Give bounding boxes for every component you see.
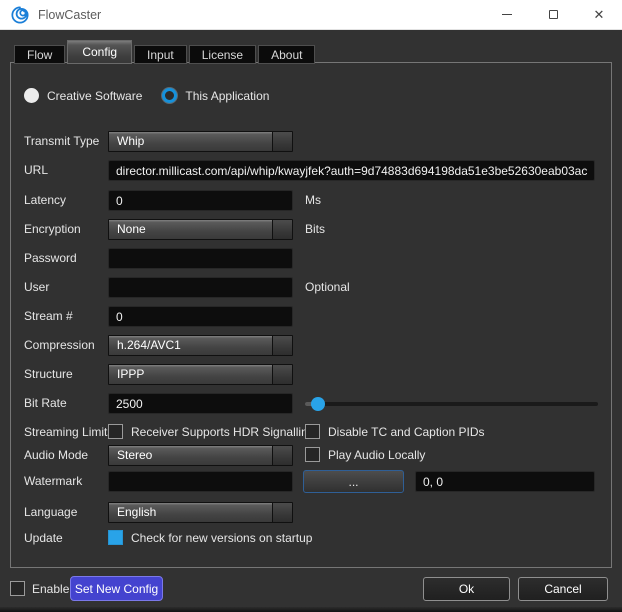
language-label: Language — [24, 505, 77, 519]
bit-rate-input[interactable] — [108, 393, 293, 414]
stream-number-input[interactable] — [108, 306, 293, 327]
encryption-value: None — [109, 220, 272, 239]
bit-rate-slider[interactable] — [305, 393, 598, 415]
tab-about[interactable]: About — [258, 45, 315, 64]
chevron-down-icon[interactable] — [272, 365, 292, 384]
play-audio-locally-checkbox[interactable] — [305, 447, 320, 462]
app-logo-icon — [10, 5, 30, 25]
close-icon: ✕ — [594, 8, 605, 21]
tab-license[interactable]: License — [189, 45, 256, 64]
chevron-down-icon[interactable] — [272, 220, 292, 239]
tab-config[interactable]: Config — [67, 40, 132, 64]
password-input[interactable] — [108, 248, 293, 269]
latency-unit-label: Ms — [305, 193, 321, 207]
encryption-label: Encryption — [24, 222, 81, 236]
slider-handle[interactable] — [311, 397, 325, 411]
slider-track[interactable] — [305, 402, 598, 406]
language-dropdown[interactable]: English — [108, 502, 293, 523]
watermark-browse-button[interactable]: ... — [303, 470, 404, 493]
disable-tc-caption-label: Disable TC and Caption PIDs — [328, 425, 485, 439]
transmit-type-label: Transmit Type — [24, 134, 99, 148]
compression-label: Compression — [24, 338, 95, 352]
url-input[interactable] — [108, 160, 595, 181]
window-title: FlowCaster — [38, 8, 101, 22]
tab-input[interactable]: Input — [134, 45, 187, 64]
play-audio-locally-label: Play Audio Locally — [328, 448, 425, 462]
transmit-type-value: Whip — [109, 132, 272, 151]
latency-input[interactable] — [108, 190, 293, 211]
structure-value: IPPP — [109, 365, 272, 384]
hdr-signalling-checkbox[interactable] — [108, 424, 123, 439]
tab-flow[interactable]: Flow — [14, 45, 65, 64]
user-label: User — [24, 280, 49, 294]
chevron-down-icon[interactable] — [272, 132, 292, 151]
ok-button[interactable]: Ok — [423, 577, 510, 601]
radio-this-application[interactable] — [162, 88, 177, 103]
stream-number-label: Stream # — [24, 309, 73, 323]
compression-value: h.264/AVC1 — [109, 336, 272, 355]
watermark-label: Watermark — [24, 474, 82, 488]
minimize-icon — [502, 14, 512, 15]
watermark-input[interactable] — [108, 471, 293, 492]
transmit-type-dropdown[interactable]: Whip — [108, 131, 293, 152]
compression-dropdown[interactable]: h.264/AVC1 — [108, 335, 293, 356]
user-optional-label: Optional — [305, 280, 350, 294]
language-value: English — [109, 503, 272, 522]
encryption-unit-label: Bits — [305, 222, 325, 236]
radio-creative-software-label: Creative Software — [47, 89, 142, 103]
bit-rate-label: Bit Rate — [24, 396, 67, 410]
config-panel: Creative Software This Application Trans… — [10, 62, 612, 568]
window-bottom-edge — [0, 607, 622, 612]
set-new-config-button[interactable]: Set New Config — [70, 576, 163, 601]
audio-mode-label: Audio Mode — [24, 448, 88, 462]
user-input[interactable] — [108, 277, 293, 298]
enable-checkbox[interactable] — [10, 581, 25, 596]
radio-creative-software[interactable] — [24, 88, 39, 103]
chevron-down-icon[interactable] — [272, 503, 292, 522]
title-bar: FlowCaster ✕ — [0, 0, 622, 30]
latency-label: Latency — [24, 193, 66, 207]
audio-mode-value: Stereo — [109, 446, 272, 465]
chevron-down-icon[interactable] — [272, 446, 292, 465]
structure-label: Structure — [24, 367, 73, 381]
password-label: Password — [24, 251, 77, 265]
radio-this-application-label: This Application — [185, 89, 269, 103]
close-button[interactable]: ✕ — [576, 0, 622, 30]
update-label: Update — [24, 531, 63, 545]
watermark-position-input[interactable] — [415, 471, 595, 492]
minimize-button[interactable] — [484, 0, 530, 30]
enable-label: Enable — [32, 582, 69, 596]
structure-dropdown[interactable]: IPPP — [108, 364, 293, 385]
maximize-icon — [549, 10, 558, 19]
check-updates-label: Check for new versions on startup — [131, 531, 312, 545]
audio-mode-dropdown[interactable]: Stereo — [108, 445, 293, 466]
maximize-button[interactable] — [530, 0, 576, 30]
tab-bar: Flow Config Input License About — [14, 40, 317, 64]
check-updates-checkbox[interactable] — [108, 530, 123, 545]
url-label: URL — [24, 163, 48, 177]
hdr-signalling-label: Receiver Supports HDR Signalling — [131, 425, 314, 439]
cancel-button[interactable]: Cancel — [518, 577, 608, 601]
disable-tc-caption-checkbox[interactable] — [305, 424, 320, 439]
encryption-dropdown[interactable]: None — [108, 219, 293, 240]
streaming-limits-label: Streaming Limits — [24, 425, 113, 439]
chevron-down-icon[interactable] — [272, 336, 292, 355]
